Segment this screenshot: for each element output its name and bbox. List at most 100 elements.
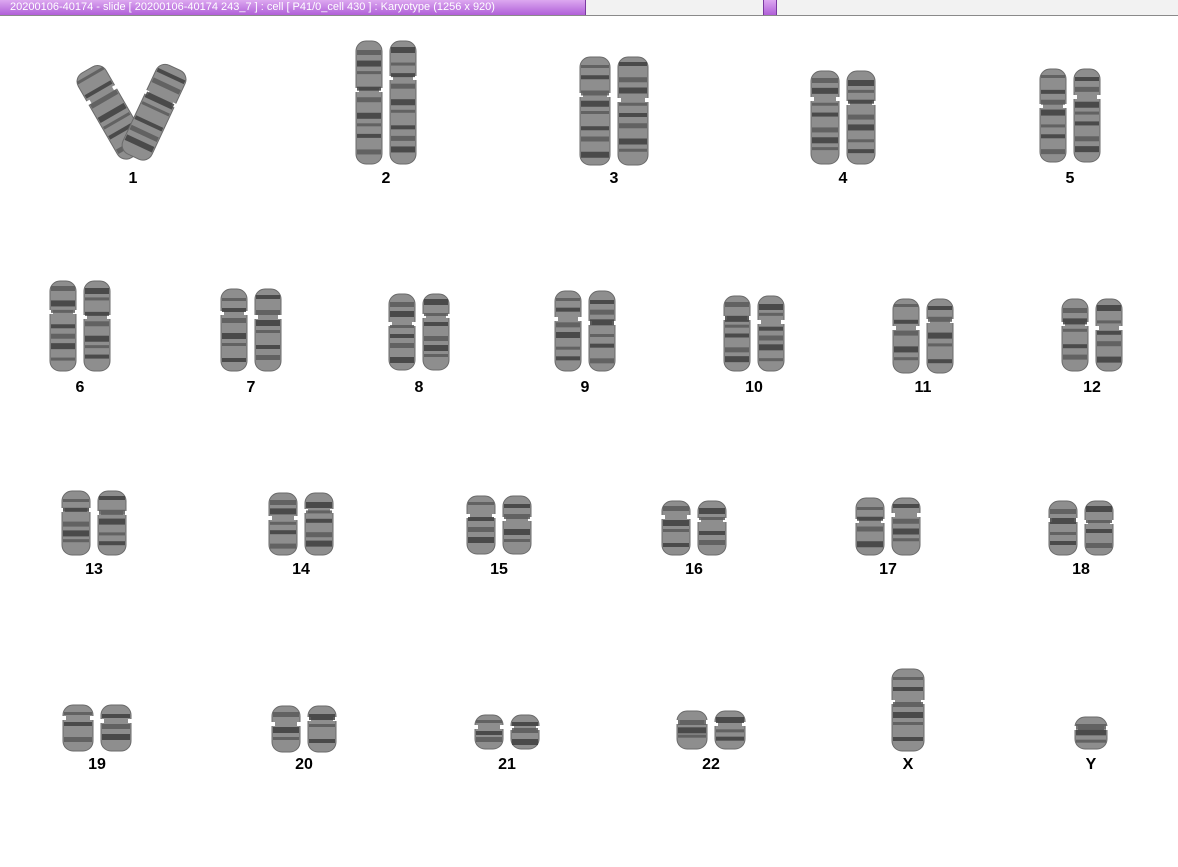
chromosome-image[interactable] xyxy=(617,56,649,171)
chromatid-image xyxy=(1074,716,1108,750)
chromosome-pair-17[interactable]: 17 xyxy=(855,497,921,581)
chromosome-label: 16 xyxy=(685,561,703,578)
chromosome-label: 6 xyxy=(75,379,85,396)
chromosome-image[interactable] xyxy=(1095,298,1123,377)
chromosome-image[interactable] xyxy=(714,710,746,755)
chromosome-pair-6[interactable]: 6 xyxy=(49,280,111,399)
chromosome-pair-19[interactable]: 19 xyxy=(62,704,132,776)
chromosome-pair-10[interactable]: 10 xyxy=(723,295,785,399)
chromosome-image[interactable] xyxy=(474,714,504,755)
chromatid-image xyxy=(1095,298,1123,372)
chromosome-label: 2 xyxy=(381,170,391,187)
chromosome-image[interactable] xyxy=(579,56,611,171)
chromosome-pair-20[interactable]: 20 xyxy=(271,705,337,776)
chromatid-image xyxy=(846,70,876,165)
chromosome-image[interactable] xyxy=(220,288,248,377)
chromatid-image xyxy=(891,497,921,556)
chromosome-label: 20 xyxy=(295,756,313,773)
chromatid-image xyxy=(1048,500,1078,556)
chromosome-label: 4 xyxy=(838,170,848,187)
chromosome-pair-12[interactable]: 12 xyxy=(1061,298,1123,399)
chromosome-image[interactable] xyxy=(268,492,298,561)
chromosome-label: Y xyxy=(1085,756,1097,773)
chromosome-image[interactable] xyxy=(1061,298,1089,377)
chromosome-pair-15[interactable]: 15 xyxy=(466,495,532,581)
chromosome-pair-1[interactable]: 1 xyxy=(76,62,187,190)
chromosome-image[interactable] xyxy=(1039,68,1067,168)
chromatid-image xyxy=(307,705,337,753)
chromosome-image[interactable] xyxy=(1048,500,1078,561)
chromosome-pair-16[interactable]: 16 xyxy=(661,500,727,581)
chromosome-image[interactable] xyxy=(891,668,925,757)
chromosome-pair-22[interactable]: 22 xyxy=(676,710,746,776)
chromosome-pair-14[interactable]: 14 xyxy=(268,492,334,581)
chromosome-image[interactable] xyxy=(254,288,282,377)
chromosome-pair-2[interactable]: 2 xyxy=(355,40,417,190)
chromosome-image[interactable] xyxy=(466,495,496,560)
chromosome-pair-3[interactable]: 3 xyxy=(579,56,649,190)
chromatid-image xyxy=(676,710,708,750)
chromatid-image xyxy=(49,280,77,372)
chromosome-image[interactable] xyxy=(61,490,91,561)
chromosome-pair-7[interactable]: 7 xyxy=(220,288,282,399)
title-tab[interactable]: 20200106-40174 - slide [ 20200106-40174 … xyxy=(0,0,586,15)
chromosome-image[interactable] xyxy=(891,497,921,561)
chromosome-image[interactable] xyxy=(661,500,691,561)
titlebar-handle[interactable] xyxy=(763,0,777,15)
chromosome-image[interactable] xyxy=(100,704,132,757)
chromosome-pair-21[interactable]: 21 xyxy=(474,714,540,776)
chromatid-image xyxy=(83,280,111,372)
chromosome-pair-y[interactable]: Y xyxy=(1074,716,1108,776)
chromosome-image[interactable] xyxy=(1084,500,1114,561)
chromatid-image xyxy=(466,495,496,555)
chromatid-image xyxy=(510,714,540,750)
chromosome-image[interactable] xyxy=(271,705,301,758)
chromosome-image[interactable] xyxy=(1073,68,1101,168)
chromosome-image[interactable] xyxy=(307,705,337,758)
chromosome-image[interactable] xyxy=(697,500,727,561)
chromosome-image[interactable] xyxy=(892,298,920,379)
chromosome-pair-5[interactable]: 5 xyxy=(1039,68,1101,190)
chromosome-image[interactable] xyxy=(554,290,582,377)
chromatid-image xyxy=(388,293,416,371)
chromosome-image[interactable] xyxy=(62,704,94,757)
chromosome-image[interactable] xyxy=(926,298,954,379)
chromosome-image[interactable] xyxy=(388,293,416,376)
chromatid-image xyxy=(661,500,691,556)
chromosome-pair-11[interactable]: 11 xyxy=(892,298,954,399)
chromatid-image xyxy=(855,497,885,556)
chromosome-pair-x[interactable]: X xyxy=(891,668,925,776)
chromatid-image xyxy=(389,40,417,165)
chromosome-image[interactable] xyxy=(757,295,785,377)
chromatid-image xyxy=(723,295,751,372)
chromosome-image[interactable] xyxy=(846,70,876,170)
chromosome-label: 5 xyxy=(1065,170,1075,187)
chromosome-image[interactable] xyxy=(588,290,616,377)
chromosome-label: 19 xyxy=(88,756,106,773)
chromosome-image[interactable] xyxy=(355,40,383,170)
chromatid-image xyxy=(474,714,504,750)
chromosome-pair-18[interactable]: 18 xyxy=(1048,500,1114,581)
chromosome-image[interactable] xyxy=(855,497,885,561)
chromosome-image[interactable] xyxy=(676,710,708,755)
chromatid-image xyxy=(1073,68,1101,163)
chromosome-image[interactable] xyxy=(97,490,127,561)
chromosome-image[interactable] xyxy=(389,40,417,170)
chromosome-pair-9[interactable]: 9 xyxy=(554,290,616,399)
chromosome-label: 13 xyxy=(85,561,103,578)
chromosome-image[interactable] xyxy=(1074,716,1108,755)
chromosome-image[interactable] xyxy=(83,280,111,377)
chromosome-image[interactable] xyxy=(810,70,840,170)
chromosome-pair-13[interactable]: 13 xyxy=(61,490,127,581)
chromosome-pair-8[interactable]: 8 xyxy=(388,293,450,399)
chromosome-pair-4[interactable]: 4 xyxy=(810,70,876,190)
chromosome-image[interactable] xyxy=(502,495,532,560)
chromosome-image[interactable] xyxy=(723,295,751,377)
chromosome-image[interactable] xyxy=(304,492,334,561)
chromatid-image xyxy=(588,290,616,372)
chromosome-label: 12 xyxy=(1083,379,1101,396)
chromosome-label: 10 xyxy=(745,379,763,396)
chromosome-image[interactable] xyxy=(49,280,77,377)
chromosome-image[interactable] xyxy=(510,714,540,755)
chromosome-image[interactable] xyxy=(422,293,450,376)
